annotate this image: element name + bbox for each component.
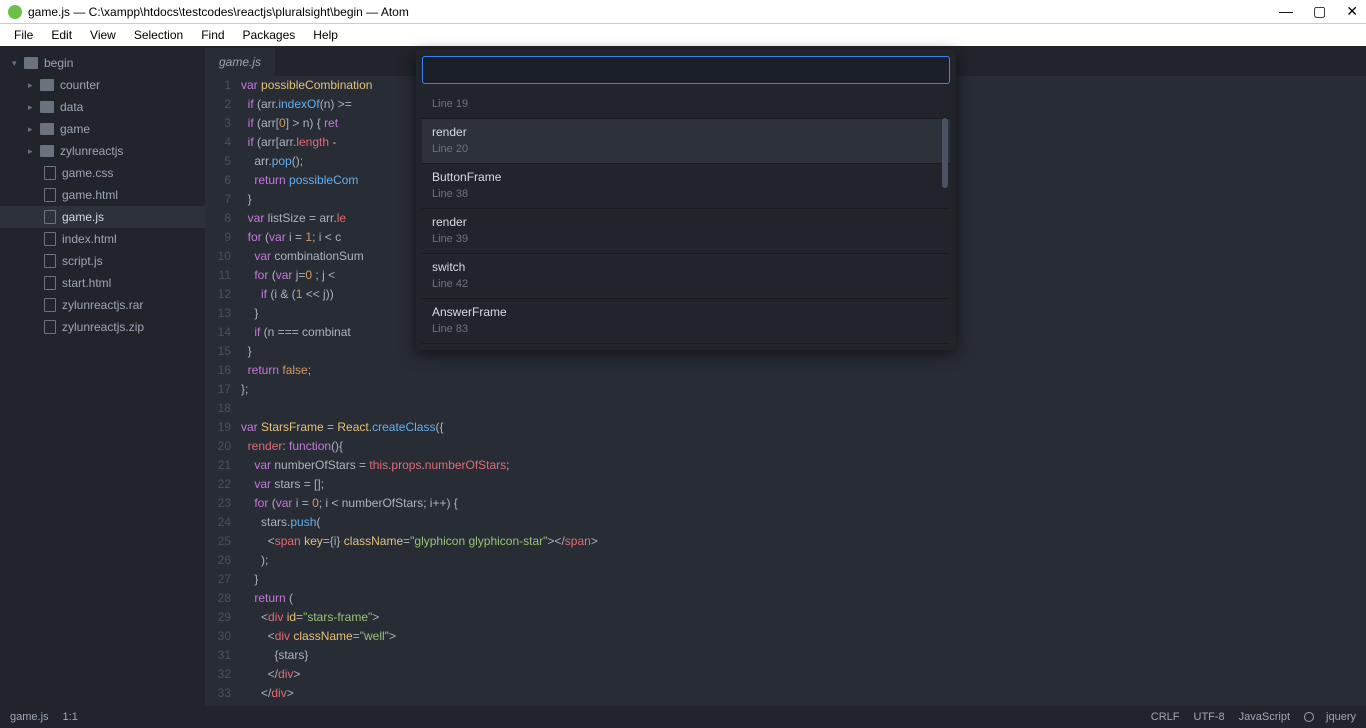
palette-input[interactable] bbox=[422, 56, 950, 84]
folder-icon bbox=[40, 79, 54, 91]
file-icon bbox=[44, 254, 56, 268]
chevron-right-icon: ▸ bbox=[28, 146, 38, 157]
file-icon bbox=[44, 188, 56, 202]
tree-file[interactable]: zylunreactjs.zip bbox=[0, 316, 205, 338]
file-tree: ▾begin ▸counter ▸data ▸game ▸zylunreactj… bbox=[0, 46, 205, 706]
palette-item-name: render bbox=[432, 215, 940, 229]
app-icon bbox=[8, 5, 22, 19]
tree-root[interactable]: ▾begin bbox=[0, 52, 205, 74]
palette-item-line: Line 38 bbox=[432, 188, 940, 200]
minimize-button[interactable]: — bbox=[1279, 3, 1293, 20]
status-encoding[interactable]: UTF-8 bbox=[1194, 711, 1225, 723]
menu-selection[interactable]: Selection bbox=[126, 26, 191, 44]
palette-item[interactable]: render Line 20 bbox=[422, 119, 950, 164]
tree-file[interactable]: index.html bbox=[0, 228, 205, 250]
palette-item-line: Line 39 bbox=[432, 233, 940, 245]
title-bar: game.js — C:\xampp\htdocs\testcodes\reac… bbox=[0, 0, 1366, 24]
chevron-right-icon: ▸ bbox=[28, 124, 38, 135]
file-icon bbox=[44, 166, 56, 180]
chevron-down-icon: ▾ bbox=[12, 58, 22, 69]
status-eol[interactable]: CRLF bbox=[1151, 711, 1180, 723]
menu-edit[interactable]: Edit bbox=[43, 26, 80, 44]
palette-item-line: Line 19 bbox=[432, 98, 940, 110]
chevron-right-icon: ▸ bbox=[28, 80, 38, 91]
palette-item[interactable]: ButtonFrame Line 38 bbox=[422, 164, 950, 209]
tree-file-selected[interactable]: game.js bbox=[0, 206, 205, 228]
palette-item[interactable]: switch Line 42 bbox=[422, 254, 950, 299]
palette-item[interactable]: render Line 39 bbox=[422, 209, 950, 254]
tree-file[interactable]: game.css bbox=[0, 162, 205, 184]
tab-active[interactable]: game.js bbox=[205, 48, 275, 76]
tree-file[interactable]: start.html bbox=[0, 272, 205, 294]
folder-icon bbox=[40, 145, 54, 157]
palette-item[interactable]: AnswerFrame Line 83 bbox=[422, 299, 950, 344]
palette-item-name: AnswerFrame bbox=[432, 305, 940, 319]
palette-item-name: render bbox=[432, 125, 940, 139]
file-icon bbox=[44, 276, 56, 290]
tree-file[interactable]: zylunreactjs.rar bbox=[0, 294, 205, 316]
palette-item-name: switch bbox=[432, 260, 940, 274]
menu-help[interactable]: Help bbox=[305, 26, 346, 44]
folder-icon bbox=[40, 123, 54, 135]
line-gutter: 1234567891011121314151617181920212223242… bbox=[205, 76, 241, 706]
window-controls: — ▢ ✕ bbox=[1279, 3, 1358, 20]
close-button[interactable]: ✕ bbox=[1346, 3, 1358, 20]
file-icon bbox=[44, 320, 56, 334]
palette-item-line: Line 42 bbox=[432, 278, 940, 290]
tree-folder[interactable]: ▸zylunreactjs bbox=[0, 140, 205, 162]
menu-find[interactable]: Find bbox=[193, 26, 232, 44]
file-icon bbox=[44, 210, 56, 224]
scrollbar-thumb[interactable] bbox=[942, 118, 948, 188]
menu-file[interactable]: File bbox=[6, 26, 41, 44]
status-branch[interactable]: jquery bbox=[1326, 711, 1356, 723]
git-branch-icon bbox=[1304, 712, 1314, 722]
status-file[interactable]: game.js bbox=[10, 711, 49, 723]
status-bar: game.js 1:1 CRLF UTF-8 JavaScript jquery bbox=[0, 706, 1366, 728]
file-icon bbox=[44, 298, 56, 312]
file-icon bbox=[44, 232, 56, 246]
maximize-button[interactable]: ▢ bbox=[1313, 3, 1326, 20]
window-title: game.js — C:\xampp\htdocs\testcodes\reac… bbox=[28, 5, 409, 19]
palette-item-line: Line 20 bbox=[432, 143, 940, 155]
palette-list: Line 19 render Line 20 ButtonFrame Line 38 re… bbox=[422, 88, 950, 344]
status-language[interactable]: JavaScript bbox=[1239, 711, 1290, 723]
folder-icon bbox=[24, 57, 38, 69]
palette-item-line: Line 83 bbox=[432, 323, 940, 335]
menu-view[interactable]: View bbox=[82, 26, 124, 44]
chevron-right-icon: ▸ bbox=[28, 102, 38, 113]
tree-folder[interactable]: ▸game bbox=[0, 118, 205, 140]
tree-file[interactable]: game.html bbox=[0, 184, 205, 206]
menu-bar: File Edit View Selection Find Packages H… bbox=[0, 24, 1366, 46]
palette-item-name: ButtonFrame bbox=[432, 170, 940, 184]
menu-packages[interactable]: Packages bbox=[235, 26, 304, 44]
status-cursor[interactable]: 1:1 bbox=[63, 711, 78, 723]
tree-file[interactable]: script.js bbox=[0, 250, 205, 272]
tree-folder[interactable]: ▸counter bbox=[0, 74, 205, 96]
folder-icon bbox=[40, 101, 54, 113]
tree-folder[interactable]: ▸data bbox=[0, 96, 205, 118]
palette-item[interactable]: Line 19 bbox=[422, 88, 950, 119]
command-palette: Line 19 render Line 20 ButtonFrame Line 38 re… bbox=[416, 50, 956, 350]
